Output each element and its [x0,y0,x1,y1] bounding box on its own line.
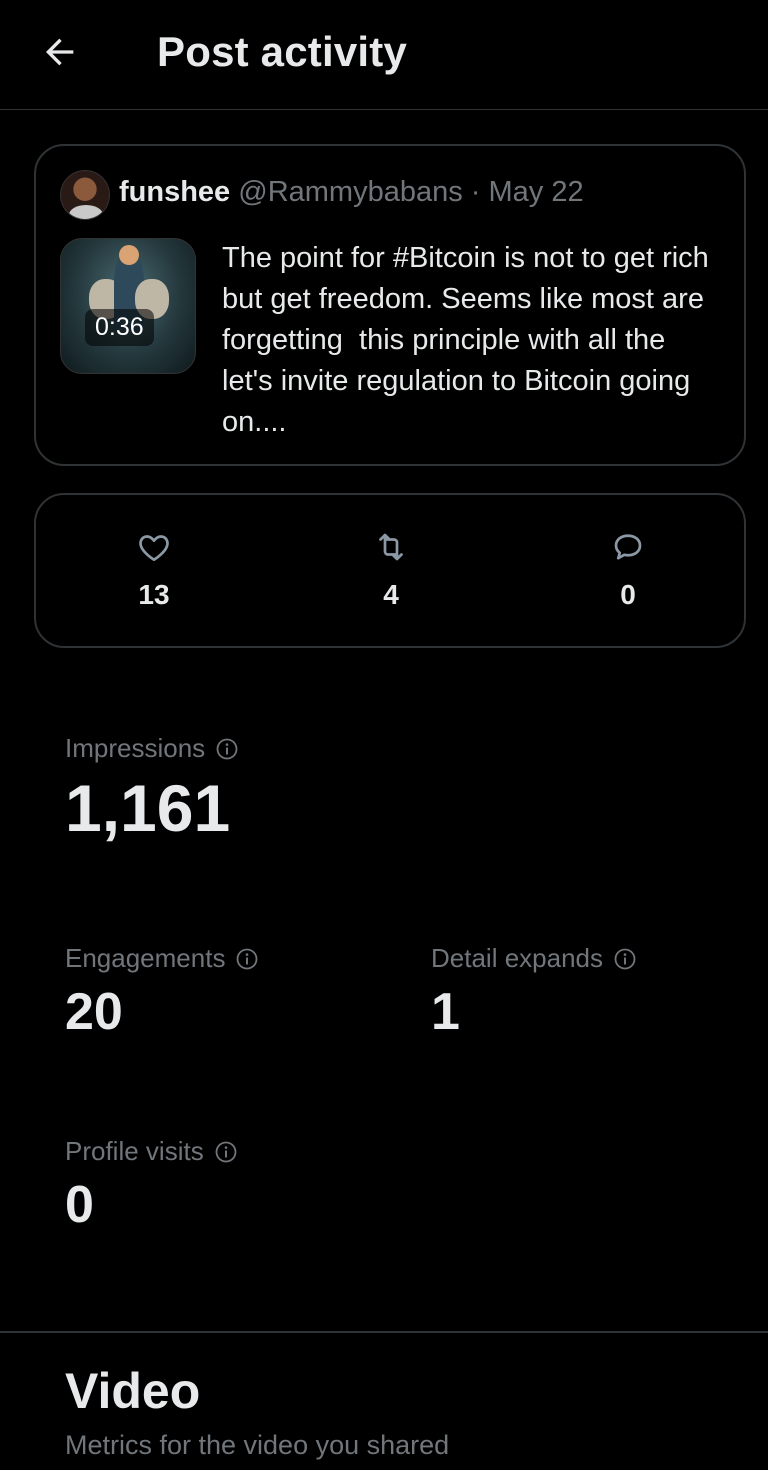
info-icon[interactable] [613,947,637,971]
profile-visits-label-row: Profile visits [65,1136,238,1167]
engagement-stats-card: 13 4 0 [34,493,746,648]
impressions-label-row: Impressions [65,733,239,764]
video-thumbnail[interactable]: 0:36 [60,238,196,374]
detail-expands-label-row: Detail expands [431,943,637,974]
profile-visits-metric: Profile visits 0 [65,1136,238,1235]
engagements-label: Engagements [65,943,226,973]
impressions-value: 1,161 [65,771,231,845]
engagements-value: 20 [65,983,123,1041]
heart-icon [139,535,169,562]
replies-count: 0 [620,579,636,610]
detail-expands-metric: Detail expands 1 [431,943,637,1042]
profile-visits-label: Profile visits [65,1136,204,1166]
author-handle[interactable]: @Rammybabans [238,176,462,208]
repost-icon [379,533,403,561]
replies-stat[interactable]: 0 [568,529,688,611]
impressions-metric: Impressions 1,161 [65,733,239,846]
arrow-left-icon [46,38,74,66]
tweet-date: May 22 [488,176,584,208]
section-divider [0,1331,768,1333]
tweet-meta: funshee @Rammybabans · May 22 [119,176,584,209]
back-button[interactable] [36,28,84,76]
reposts-count: 4 [383,579,399,610]
info-icon[interactable] [235,947,259,971]
reposts-stat[interactable]: 4 [331,529,451,611]
header: Post activity [0,0,768,110]
info-icon[interactable] [214,1140,238,1164]
engagements-label-row: Engagements [65,943,259,974]
avatar[interactable] [60,170,110,220]
thumbnail-head [119,245,139,265]
post-activity-page: Post activity funshee @Rammybabans · May… [0,0,768,1470]
likes-stat[interactable]: 13 [94,529,214,611]
profile-visits-value: 0 [65,1176,94,1234]
impressions-label: Impressions [65,733,206,763]
page-title: Post activity [157,28,408,75]
likes-count: 13 [138,579,170,610]
video-duration-badge: 0:36 [85,309,154,346]
tweet-preview-card[interactable]: funshee @Rammybabans · May 22 0:36 The p… [34,144,746,466]
tweet-text: The point for #Bitcoin is not to get ric… [222,242,721,438]
video-section-title: Video [65,1363,201,1419]
reply-icon [614,534,642,560]
detail-expands-label: Detail expands [431,943,603,973]
video-section-subtitle: Metrics for the video you shared [65,1430,450,1460]
author-name[interactable]: funshee [119,176,230,208]
detail-expands-value: 1 [431,983,460,1041]
meta-separator: · [470,176,481,208]
avatar-shirt [69,205,103,219]
info-icon[interactable] [215,737,239,761]
engagements-metric: Engagements 20 [65,943,259,1042]
